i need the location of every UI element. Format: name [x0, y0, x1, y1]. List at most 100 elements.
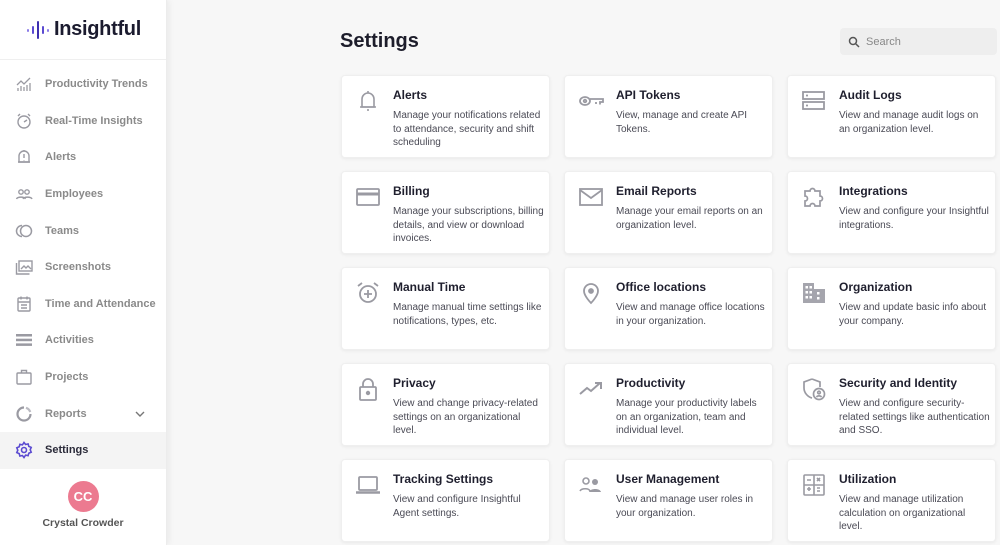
settings-card-integrations[interactable]: Integrations View and configure your Ins…	[787, 171, 996, 254]
card-title: Organization	[839, 280, 913, 294]
card-title: Manual Time	[393, 280, 466, 294]
card-title: Alerts	[393, 88, 428, 102]
sidebar-item-settings[interactable]: Settings	[0, 431, 166, 469]
sidebar-nav: Productivity Trends Real-Time Insights A…	[0, 66, 166, 469]
settings-card-manual-time[interactable]: Manual Time Manage manual time settings …	[341, 267, 550, 350]
settings-card-privacy[interactable]: Privacy View and change privacy-related …	[341, 363, 550, 446]
shield-user-icon	[801, 376, 827, 402]
card-title: Utilization	[839, 472, 897, 486]
sidebar-item-real-time-insights[interactable]: Real-Time Insights	[0, 103, 166, 140]
bell-alert-icon	[15, 148, 33, 166]
calculator-icon	[801, 472, 827, 498]
brand-logo[interactable]: Insightful	[0, 0, 166, 60]
sidebar-item-employees[interactable]: Employees	[0, 176, 166, 213]
location-pin-icon	[578, 280, 604, 306]
insightful-logo-icon	[27, 20, 49, 39]
settings-card-tracking-settings[interactable]: Tracking Settings View and configure Ins…	[341, 459, 550, 542]
sidebar-item-label: Employees	[45, 188, 104, 201]
employees-icon	[15, 185, 33, 203]
settings-card-office-locations[interactable]: Office locations View and manage office …	[564, 267, 773, 350]
settings-card-utilization[interactable]: Utilization View and manage utilization …	[787, 459, 996, 542]
card-title: Email Reports	[616, 184, 697, 198]
sidebar-item-time-and-attendance[interactable]: Time and Attendance	[0, 286, 166, 323]
search-box[interactable]	[840, 28, 997, 55]
settings-card-billing[interactable]: Billing Manage your subscriptions, billi…	[341, 171, 550, 254]
user-profile[interactable]: CC Crystal Crowder	[0, 481, 166, 529]
sidebar-item-label: Time and Attendance	[45, 297, 156, 310]
card-description: View and change privacy-related settings…	[393, 398, 538, 437]
calendar-icon	[15, 295, 33, 313]
sidebar-item-label: Real-Time Insights	[45, 114, 143, 127]
card-title: API Tokens	[616, 88, 681, 102]
avatar[interactable]: CC	[67, 481, 99, 512]
settings-card-user-management[interactable]: User Management View and manage user rol…	[564, 459, 773, 542]
brand-name: Insightful	[54, 18, 141, 40]
puzzle-icon	[801, 184, 827, 210]
sidebar-item-alerts[interactable]: Alerts	[0, 139, 166, 176]
envelope-icon	[578, 184, 604, 210]
sidebar-item-screenshots[interactable]: Screenshots	[0, 249, 166, 286]
card-title: Billing	[393, 184, 430, 198]
screenshots-icon	[15, 258, 33, 276]
card-title: Productivity	[616, 376, 686, 390]
credit-card-icon	[355, 184, 381, 210]
card-description: Manage your subscriptions, billing detai…	[393, 206, 544, 245]
settings-card-email-reports[interactable]: Email Reports Manage your email reports …	[564, 171, 773, 254]
reports-icon	[15, 405, 33, 423]
user-name: Crystal Crowder	[42, 517, 124, 529]
search-input[interactable]	[866, 35, 986, 48]
building-icon	[801, 280, 827, 306]
chart-trend-icon	[15, 75, 33, 93]
card-description: View and configure Insightful Agent sett…	[393, 494, 521, 519]
settings-card-organization[interactable]: Organization View and update basic info …	[787, 267, 996, 350]
teams-icon	[15, 222, 33, 240]
card-description: Manage your productivity labels on an or…	[616, 398, 757, 437]
users-icon	[578, 472, 604, 498]
sidebar-item-label: Settings	[45, 444, 89, 457]
sidebar-item-label: Screenshots	[45, 261, 112, 274]
card-title: Security and Identity	[839, 376, 958, 390]
stopwatch-icon	[15, 112, 33, 130]
lock-icon	[355, 376, 381, 402]
sidebar-item-projects[interactable]: Projects	[0, 359, 166, 396]
key-icon	[578, 88, 604, 114]
card-title: Privacy	[393, 376, 436, 390]
card-title: Office locations	[616, 280, 707, 294]
sidebar-item-productivity-trends[interactable]: Productivity Trends	[0, 66, 166, 103]
settings-card-security-and-identity[interactable]: Security and Identity View and configure…	[787, 363, 996, 446]
card-title: User Management	[616, 472, 720, 486]
sidebar-item-teams[interactable]: Teams	[0, 212, 166, 249]
sidebar-item-label: Projects	[45, 371, 89, 384]
card-description: View and manage office locations in your…	[616, 302, 765, 327]
sidebar-item-label: Reports	[45, 407, 87, 420]
card-description: View and manage utilization calculation …	[839, 494, 966, 533]
card-description: View and configure your Insightful integ…	[839, 206, 989, 231]
search-icon	[848, 36, 860, 48]
chevron-down-icon[interactable]	[134, 408, 146, 420]
card-description: Manage manual time settings like notific…	[393, 302, 542, 327]
card-description: View, manage and create API Tokens.	[616, 110, 748, 135]
laptop-icon	[355, 472, 381, 498]
trending-up-icon	[578, 376, 604, 402]
alarm-plus-icon	[355, 280, 381, 306]
server-icon	[801, 88, 827, 114]
settings-card-productivity[interactable]: Productivity Manage your productivity la…	[564, 363, 773, 446]
settings-card-api-tokens[interactable]: API Tokens View, manage and create API T…	[564, 75, 773, 158]
card-description: View and manage audit logs on an organiz…	[839, 110, 979, 135]
card-description: View and configure security-related sett…	[839, 398, 990, 437]
sidebar: Insightful Productivity Trends Real-Time…	[0, 0, 167, 545]
card-title: Tracking Settings	[393, 472, 494, 486]
page-title: Settings	[340, 30, 419, 52]
sidebar-item-activities[interactable]: Activities	[0, 322, 166, 359]
settings-card-alerts[interactable]: Alerts Manage your notifications related…	[341, 75, 550, 158]
card-description: Manage your notifications related to att…	[393, 110, 541, 149]
gear-icon	[15, 441, 33, 460]
sidebar-item-reports[interactable]: Reports	[0, 395, 166, 432]
sidebar-item-label: Activities	[45, 334, 94, 347]
settings-grid: Alerts Manage your notifications related…	[341, 75, 996, 542]
briefcase-icon	[15, 368, 33, 386]
bell-icon	[355, 88, 381, 114]
sidebar-item-label: Teams	[45, 224, 80, 237]
settings-card-audit-logs[interactable]: Audit Logs View and manage audit logs on…	[787, 75, 996, 158]
card-description: Manage your email reports on an organiza…	[616, 206, 763, 231]
